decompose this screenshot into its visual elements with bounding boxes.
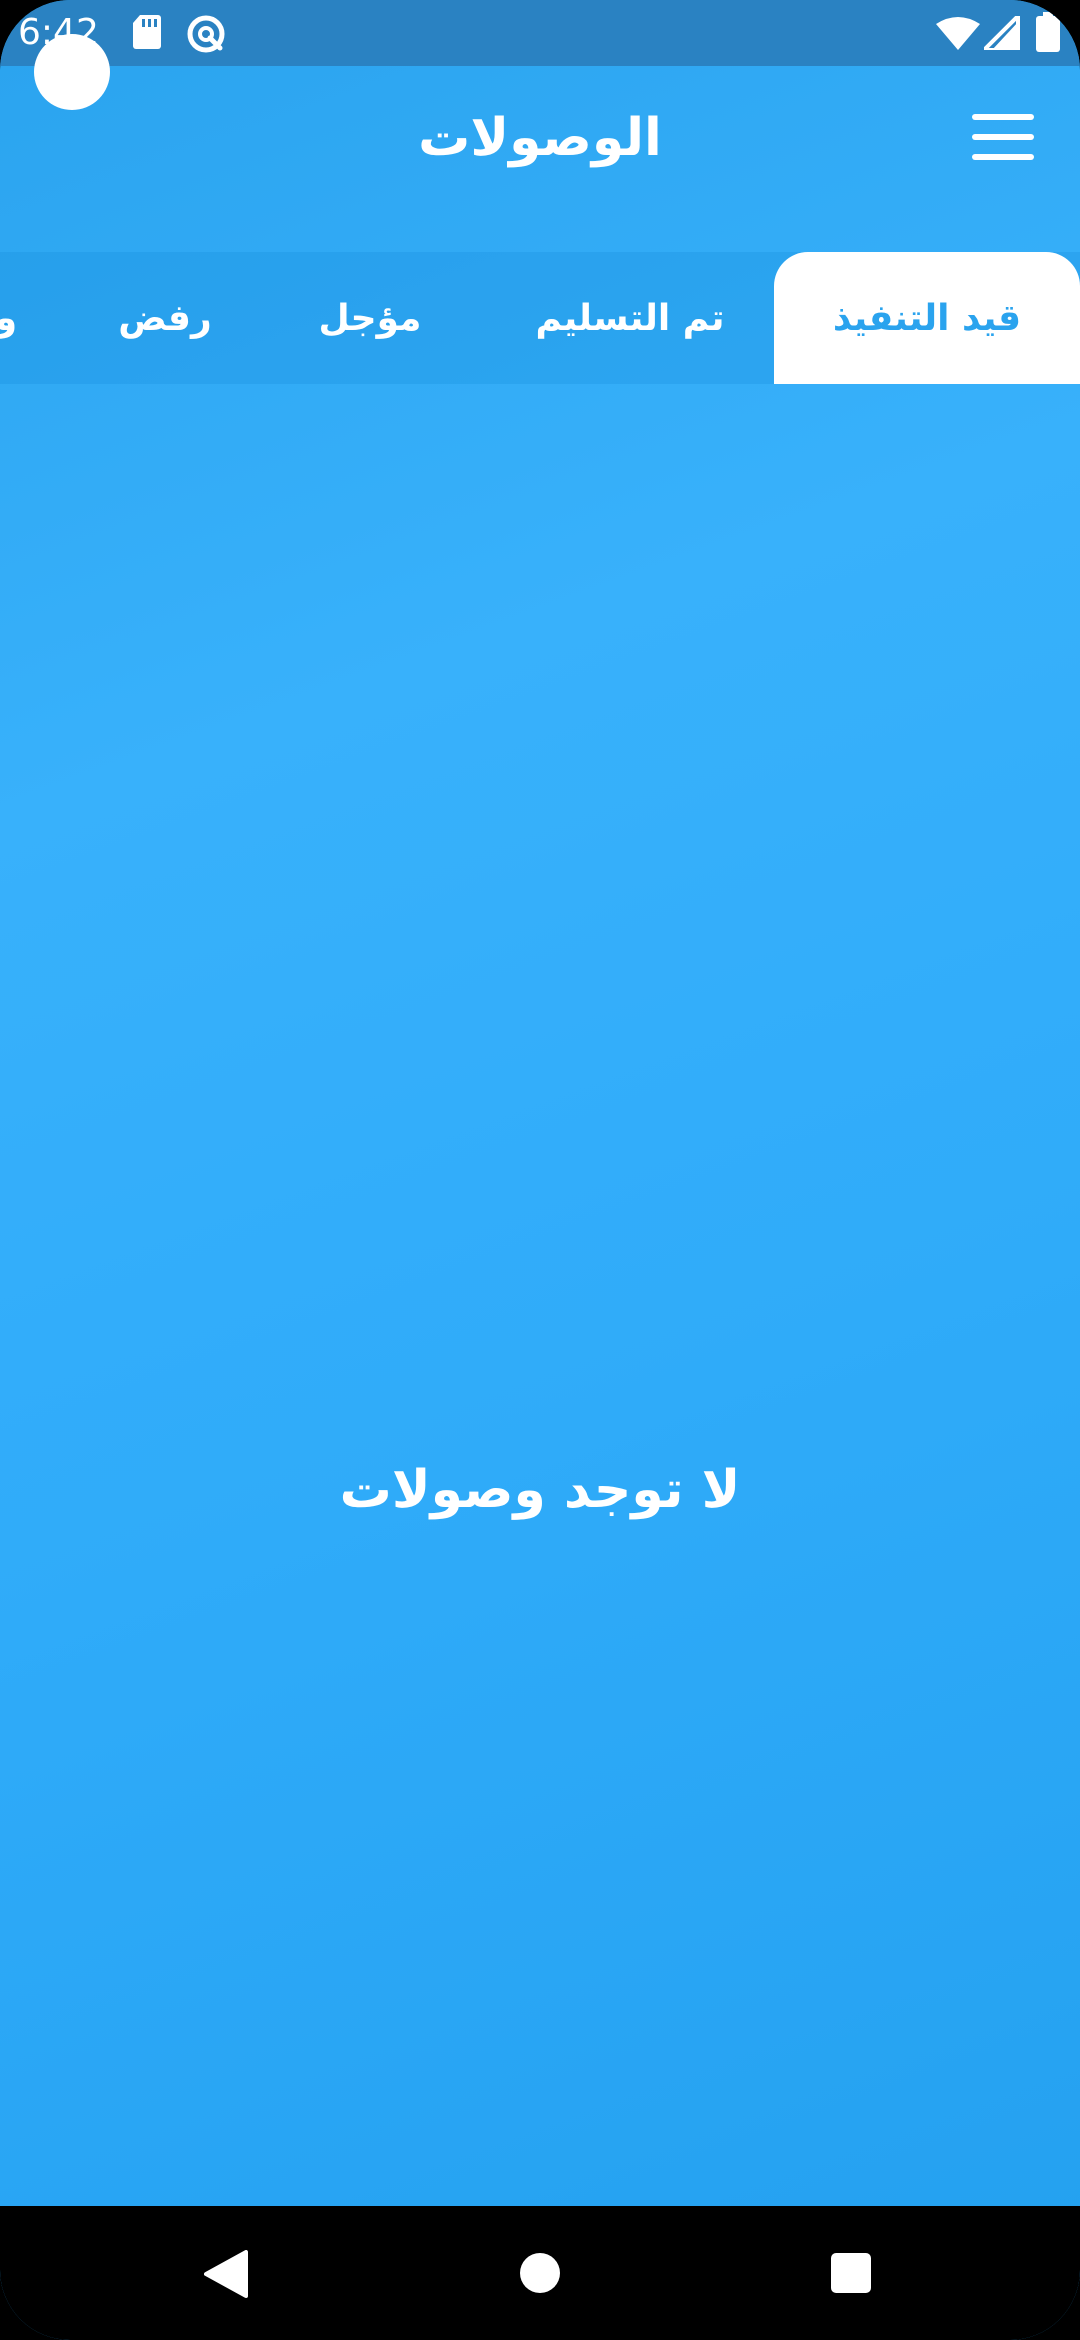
battery-icon xyxy=(1036,12,1060,56)
page-title: الوصولات xyxy=(418,108,662,168)
tab-label: مؤجل xyxy=(318,297,422,339)
vpn-status-icon xyxy=(186,14,226,58)
tab-more[interactable]: و xyxy=(0,252,18,384)
sd-card-icon xyxy=(132,14,162,54)
back-icon[interactable] xyxy=(204,2250,248,2302)
cell-signal-icon xyxy=(982,14,1020,54)
menu-button[interactable] xyxy=(972,114,1036,164)
tab-label: رفض xyxy=(118,297,212,339)
recents-icon[interactable] xyxy=(830,2252,872,2298)
tab-bar: قيد التنفيذ تم التسليم مؤجل رفض و xyxy=(0,252,1080,384)
tab-postponed[interactable]: مؤجل xyxy=(310,252,430,384)
wifi-icon xyxy=(936,16,980,54)
tab-label: قيد التنفيذ xyxy=(832,297,1022,339)
tab-label: و xyxy=(0,297,18,339)
tab-rejected[interactable]: رفض xyxy=(110,252,220,384)
system-nav-bar xyxy=(0,2206,1080,2340)
tab-label: تم التسليم xyxy=(535,297,725,339)
app-bar: الوصولات xyxy=(0,66,1080,246)
home-icon[interactable] xyxy=(519,2252,561,2298)
app-screen: 6:42 الوصولات قيد التنفيذ تم التسليم مؤج… xyxy=(0,0,1080,2340)
empty-state-message: لا توجد وصولات xyxy=(339,1460,741,1520)
status-bar: 6:42 xyxy=(0,0,1080,66)
tab-delivered[interactable]: تم التسليم xyxy=(520,252,740,384)
tab-in-progress[interactable]: قيد التنفيذ xyxy=(774,252,1080,384)
